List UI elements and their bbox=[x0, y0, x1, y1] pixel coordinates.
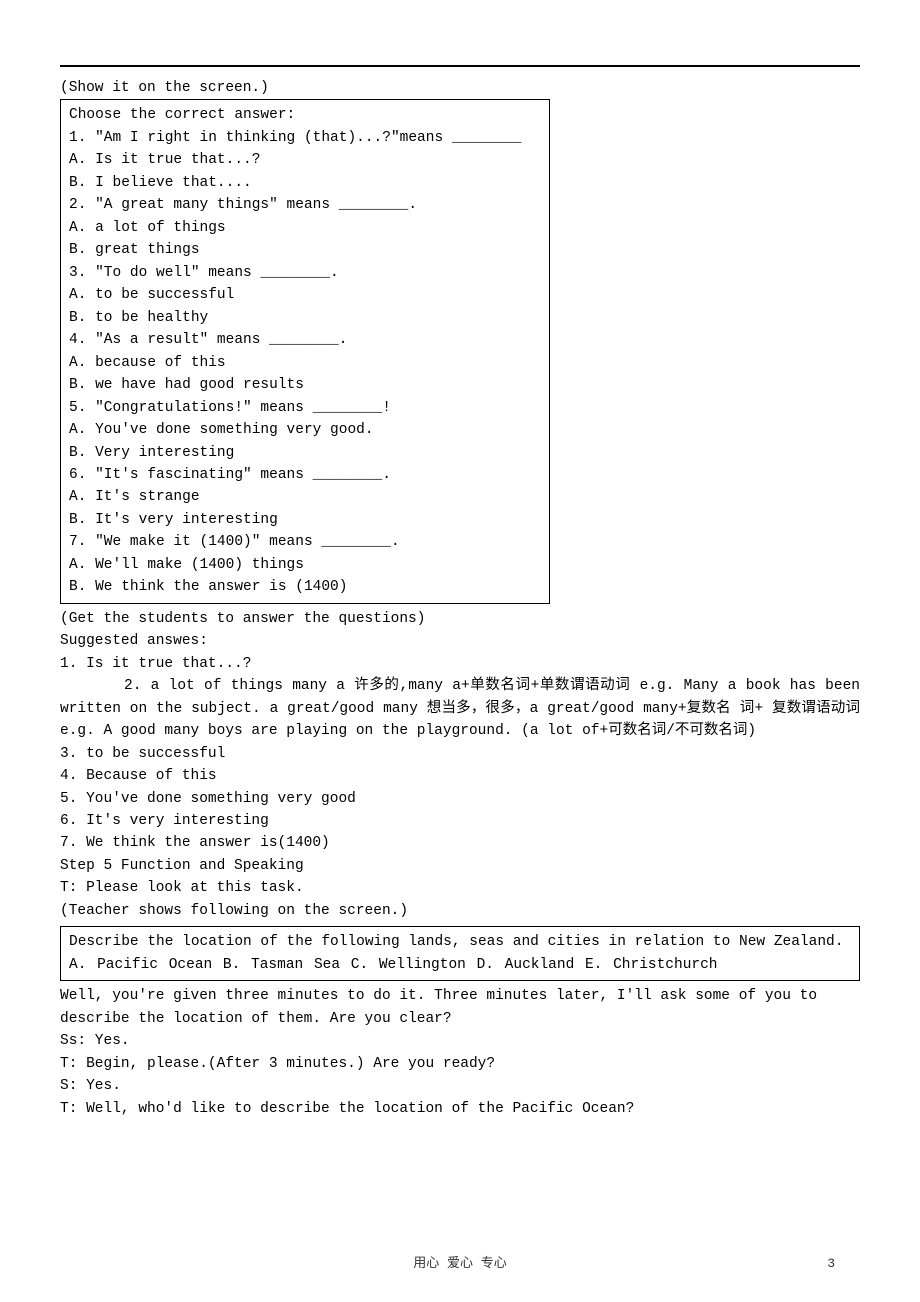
q3-a: A. to be successful bbox=[69, 284, 541, 306]
tail-3: Ss: Yes. bbox=[60, 1030, 860, 1052]
q4: 4. "As a result" means ________. bbox=[69, 329, 541, 351]
footer-motto: 用心 爱心 专心 bbox=[0, 1254, 920, 1274]
location-options: A. Pacific Ocean B. Tasman Sea C. Wellin… bbox=[69, 954, 851, 976]
tail-5: S: Yes. bbox=[60, 1075, 860, 1097]
answer-6: 6. It's very interesting bbox=[60, 810, 860, 832]
q5: 5. "Congratulations!" means ________! bbox=[69, 397, 541, 419]
q1-b: B. I believe that.... bbox=[69, 172, 541, 194]
q6: 6. "It's fascinating" means ________. bbox=[69, 464, 541, 486]
teacher-line-2: (Teacher shows following on the screen.) bbox=[60, 900, 860, 922]
quiz-heading: Choose the correct answer: bbox=[69, 104, 541, 126]
answer-7: 7. We think the answer is(1400) bbox=[60, 832, 860, 854]
after-quiz-1: (Get the students to answer the question… bbox=[60, 608, 860, 630]
q2-a: A. a lot of things bbox=[69, 217, 541, 239]
q5-b: B. Very interesting bbox=[69, 442, 541, 464]
page-number: 3 bbox=[827, 1254, 835, 1274]
location-box: Describe the location of the following l… bbox=[60, 926, 860, 981]
q2-b: B. great things bbox=[69, 239, 541, 261]
location-instruction: Describe the location of the following l… bbox=[69, 931, 851, 953]
teacher-line-1: T: Please look at this task. bbox=[60, 877, 860, 899]
answer-3: 3. to be successful bbox=[60, 743, 860, 765]
answer-4: 4. Because of this bbox=[60, 765, 860, 787]
tail-1: Well, you're given three minutes to do i… bbox=[60, 985, 860, 1007]
q1-a: A. Is it true that...? bbox=[69, 149, 541, 171]
q6-b: B. It's very interesting bbox=[69, 509, 541, 531]
tail-6: T: Well, who'd like to describe the loca… bbox=[60, 1098, 860, 1120]
step-5: Step 5 Function and Speaking bbox=[60, 855, 860, 877]
answer-2: 2. a lot of things many a 许多的,many a+单数名… bbox=[60, 675, 860, 742]
q2: 2. "A great many things" means ________. bbox=[69, 194, 541, 216]
top-divider bbox=[60, 65, 860, 67]
tail-4: T: Begin, please.(After 3 minutes.) Are … bbox=[60, 1053, 860, 1075]
answer-1: 1. Is it true that...? bbox=[60, 653, 860, 675]
q4-b: B. we have had good results bbox=[69, 374, 541, 396]
tail-2: describe the location of them. Are you c… bbox=[60, 1008, 860, 1030]
answer-5: 5. You've done something very good bbox=[60, 788, 860, 810]
q6-a: A. It's strange bbox=[69, 486, 541, 508]
q7: 7. "We make it (1400)" means ________. bbox=[69, 531, 541, 553]
page: (Show it on the screen.) Choose the corr… bbox=[0, 0, 920, 1302]
q7-a: A. We'll make (1400) things bbox=[69, 554, 541, 576]
quiz-box: Choose the correct answer: 1. "Am I righ… bbox=[60, 99, 550, 603]
q7-b: B. We think the answer is (1400) bbox=[69, 576, 541, 598]
q3: 3. "To do well" means ________. bbox=[69, 262, 541, 284]
q3-b: B. to be healthy bbox=[69, 307, 541, 329]
after-quiz-2: Suggested answes: bbox=[60, 630, 860, 652]
q1: 1. "Am I right in thinking (that)...?"me… bbox=[69, 127, 541, 149]
intro-line: (Show it on the screen.) bbox=[60, 77, 860, 99]
q4-a: A. because of this bbox=[69, 352, 541, 374]
q5-a: A. You've done something very good. bbox=[69, 419, 541, 441]
